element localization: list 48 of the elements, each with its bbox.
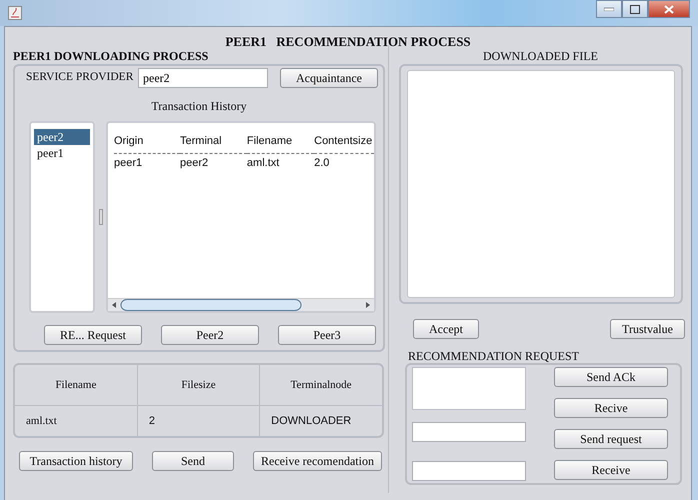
table-title: Transaction History	[151, 98, 247, 115]
action-button[interactable]: Recive	[554, 398, 668, 418]
action-button[interactable]: Receive recomendation	[253, 451, 382, 471]
peer-item[interactable]: peer2	[34, 129, 90, 145]
column-header: Terminal	[180, 134, 222, 146]
table-cell: aml.txt	[26, 414, 57, 426]
table-cell: peer2	[180, 157, 208, 169]
app-icon	[8, 6, 22, 20]
peer-item[interactable]: peer1	[34, 145, 90, 161]
action-button[interactable]: Peer3	[278, 325, 376, 345]
column-header: Origin	[114, 134, 144, 146]
close-button[interactable]	[648, 0, 690, 18]
action-button[interactable]: Send ACk	[554, 367, 668, 387]
close-icon	[664, 4, 674, 14]
maximize-icon	[630, 4, 640, 14]
minimize-icon	[604, 7, 614, 11]
column-header: Contentsize	[314, 134, 372, 146]
action-button[interactable]: Transaction history	[19, 451, 133, 471]
action-button[interactable]: Receive	[554, 460, 668, 480]
window-heading: PEER1 RECOMMENDATION PROCESS	[224, 33, 472, 49]
table-cell: 2.0	[314, 157, 330, 169]
action-button[interactable]: Trustvalue	[610, 319, 685, 339]
field-label: SERVICE PROVIDER	[26, 70, 134, 86]
column-header: Filesize	[181, 378, 216, 390]
request-area[interactable]	[412, 367, 526, 410]
table-cell: peer1	[114, 157, 142, 169]
request-field[interactable]	[412, 422, 526, 442]
column-header: Filename	[55, 378, 96, 390]
column-header: Filename	[246, 134, 292, 146]
maximize-button[interactable]	[622, 0, 648, 18]
scrollbar-thumb[interactable]	[120, 299, 302, 311]
section-title: PEER1 DOWNLOADING PROCESS	[13, 49, 210, 63]
action-button[interactable]: Send request	[554, 429, 668, 449]
provider-field[interactable]: peer2	[138, 68, 268, 88]
action-button[interactable]: Peer2	[161, 325, 259, 345]
panel-title: DOWNLOADED FILE	[482, 49, 599, 63]
action-button[interactable]: Accept	[413, 319, 479, 339]
action-button[interactable]: Send	[152, 451, 234, 471]
minimize-button[interactable]	[596, 0, 622, 18]
table-cell: DOWNLOADER	[271, 414, 352, 426]
section-title: RECOMMENDATION REQUEST	[408, 349, 580, 363]
table-cell: 2	[148, 414, 155, 426]
table-cell: aml.txt	[246, 157, 280, 169]
split-handle-icon[interactable]	[98, 209, 102, 225]
request-field[interactable]	[412, 461, 526, 481]
acquaintance-button[interactable]: Acquaintance	[280, 68, 378, 88]
column-header: Terminalnode	[290, 378, 352, 390]
action-button[interactable]: RE... Request	[44, 325, 142, 345]
